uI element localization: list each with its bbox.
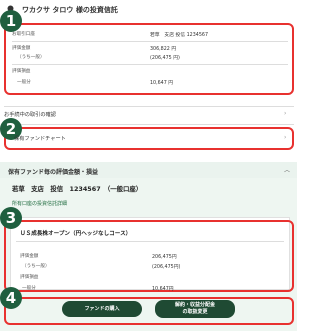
card-pl-label: 評価損益: [20, 275, 39, 280]
card-pl-sub-label: 一般分: [22, 286, 36, 291]
pl-value: 10,647 円: [150, 81, 174, 86]
divider: [16, 241, 284, 242]
buy-fund-label: ファンドの購入: [84, 306, 120, 312]
fund-section-header[interactable]: 保有ファンド毎の評価金額・損益: [0, 162, 297, 178]
cancel-distribution-label-2: の取扱変更: [182, 309, 208, 315]
divider: [4, 106, 294, 107]
card-general-label: （うち一般）: [22, 264, 50, 269]
divider: [4, 124, 294, 125]
pending-transactions-link[interactable]: お手続中の取引の確認: [4, 111, 56, 118]
card-valuation-value: 206,475円: [152, 255, 177, 260]
general-value: (206,475 円): [150, 56, 180, 61]
badge-3: 3: [0, 207, 22, 229]
account-detail-link[interactable]: 所有口座の投資信託詳細: [12, 200, 67, 207]
pl-label: 評価損益: [12, 69, 31, 74]
page-header: ワカクサ タロウ 様の投資信託: [0, 0, 297, 22]
page-title: ワカクサ タロウ 様の投資信託: [22, 6, 118, 14]
cancel-distribution-button[interactable]: 解約・収益分配金 の取扱変更: [155, 300, 235, 318]
card-general-value: (206,475円): [152, 265, 181, 270]
cancel-distribution-label-1: 解約・収益分配金: [174, 302, 215, 308]
chevron-up-icon[interactable]: ︿: [284, 165, 290, 174]
chevron-right-icon: ›: [284, 134, 287, 141]
chevron-right-icon: ›: [284, 110, 287, 117]
buy-fund-button[interactable]: ファンドの購入: [62, 301, 142, 317]
card-valuation-label: 評価金額: [20, 254, 39, 259]
account-label: お取引口座: [12, 32, 35, 37]
pl-sub-label: 一般分: [17, 80, 31, 85]
fund-chart-link[interactable]: 保有ファンドチャート: [14, 135, 66, 142]
summary-highlight-box: [4, 23, 294, 95]
general-label: （うち一般）: [17, 55, 45, 60]
card-pl-value: 10,647円: [152, 287, 174, 292]
valuation-label: 評価金額: [12, 46, 31, 51]
divider: [12, 64, 288, 65]
account-value: 若草 支店 投信 1234567: [150, 33, 208, 38]
valuation-value: 306,822 円: [150, 47, 177, 52]
badge-1: 1: [0, 10, 22, 32]
badge-4: 4: [0, 287, 22, 309]
divider: [12, 41, 288, 42]
fund-name[interactable]: ＵＳ成長株オープン（円ヘッジなしコース）: [20, 229, 131, 237]
fund-section-title: 保有ファンド毎の評価金額・損益: [8, 169, 99, 176]
buttons-highlight-box: [4, 297, 294, 325]
fund-account-line: 若草 支店 投信 1234567 （一般口座）: [12, 185, 143, 193]
